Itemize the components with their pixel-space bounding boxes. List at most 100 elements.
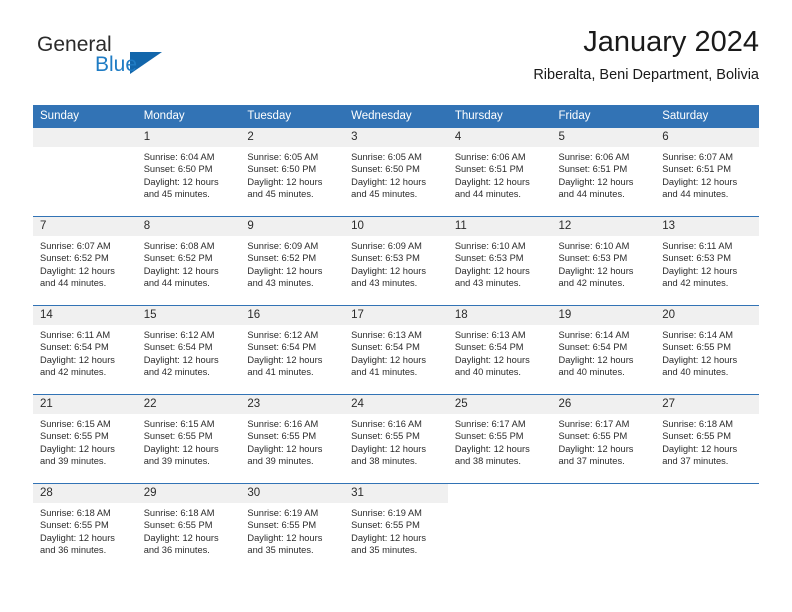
day-number: 4 [447, 128, 552, 147]
day-info-line: Sunset: 6:53 PM [454, 253, 524, 264]
day-info-line: Sunrise: 6:08 AM [143, 241, 215, 251]
day-info-line: Sunset: 6:55 PM [558, 431, 628, 442]
day-info-line: Sunrise: 6:17 AM [454, 419, 526, 429]
day-info-line: Daylight: 12 hours [454, 443, 530, 454]
day-info-line: Sunset: 6:54 PM [558, 342, 628, 353]
day-number: 19 [551, 306, 656, 325]
calendar-day-cell[interactable]: 26 Sunrise: 6:17 AM Sunset: 6:55 PM Dayligh… [551, 394, 656, 484]
day-info-line: and 42 minutes. [662, 278, 729, 289]
day-info-line: Sunset: 6:54 PM [143, 342, 213, 353]
day-info-line: and 35 minutes. [247, 545, 314, 556]
calendar-day-cell[interactable]: 29 Sunrise: 6:18 AM Sunset: 6:55 PM Dayligh… [136, 483, 241, 572]
day-number: 25 [447, 395, 552, 414]
day-info-line: Sunrise: 6:07 AM [662, 152, 734, 162]
day-info-line: Sunrise: 6:12 AM [143, 330, 215, 340]
day-info-line: Daylight: 12 hours [40, 265, 115, 276]
weekday-header-cell-sunday: Sunday [33, 105, 137, 128]
day-number: 23 [240, 395, 345, 414]
calendar-day-cell[interactable]: 9 Sunrise: 6:09 AM Sunset: 6:52 PM Daylight… [240, 216, 345, 306]
day-number: 10 [344, 217, 448, 236]
day-info-line: Sunrise: 6:14 AM [558, 330, 630, 340]
day-info-line: and 40 minutes. [454, 367, 521, 378]
day-sun-info: Sunrise: 6:15 AM Sunset: 6:55 PM Daylight:… [33, 414, 137, 468]
day-info-line: Daylight: 12 hours [351, 265, 427, 276]
day-info-line: Sunset: 6:55 PM [662, 342, 731, 353]
day-info-line: and 37 minutes. [662, 456, 729, 467]
calendar-day-cell[interactable]: 12 Sunrise: 6:10 AM Sunset: 6:53 PM Dayligh… [551, 216, 656, 306]
calendar-day-cell[interactable]: 11 Sunrise: 6:10 AM Sunset: 6:53 PM Dayligh… [447, 216, 552, 306]
day-info-line: Sunset: 6:51 PM [454, 164, 524, 175]
day-info-line: Sunset: 6:54 PM [40, 342, 109, 353]
calendar-day-cell[interactable]: 17 Sunrise: 6:13 AM Sunset: 6:54 PM Dayligh… [344, 305, 448, 395]
day-info-line: Sunset: 6:53 PM [351, 253, 420, 264]
calendar-day-cell[interactable]: 10 Sunrise: 6:09 AM Sunset: 6:53 PM Dayligh… [344, 216, 448, 306]
calendar-day-cell[interactable]: 15 Sunrise: 6:12 AM Sunset: 6:54 PM Dayligh… [136, 305, 241, 395]
calendar-day-cell[interactable]: 4 Sunrise: 6:06 AM Sunset: 6:51 PM Daylight… [447, 127, 552, 217]
day-info-line: Daylight: 12 hours [143, 532, 219, 543]
day-info-line: and 42 minutes. [40, 367, 107, 378]
day-info-line: Sunset: 6:54 PM [351, 342, 420, 353]
calendar-day-cell[interactable]: 16 Sunrise: 6:12 AM Sunset: 6:54 PM Dayligh… [240, 305, 345, 395]
day-sun-info: Sunrise: 6:17 AM Sunset: 6:55 PM Daylight:… [552, 414, 656, 468]
day-info-line: and 36 minutes. [143, 545, 210, 556]
day-info-line: Daylight: 12 hours [247, 354, 323, 365]
day-sun-info: Sunrise: 6:08 AM Sunset: 6:52 PM Daylight:… [137, 236, 241, 290]
day-info-line: Sunset: 6:55 PM [40, 431, 109, 442]
calendar-day-cell[interactable]: 21 Sunrise: 6:15 AM Sunset: 6:55 PM Dayligh… [33, 394, 137, 484]
calendar-day-cell[interactable]: 3 Sunrise: 6:05 AM Sunset: 6:50 PM Daylight… [344, 127, 448, 217]
day-info-line: Sunrise: 6:18 AM [143, 508, 215, 518]
calendar-day-cell[interactable]: 27 Sunrise: 6:18 AM Sunset: 6:55 PM Dayligh… [655, 394, 759, 484]
day-sun-info: Sunrise: 6:18 AM Sunset: 6:55 PM Daylight:… [137, 503, 241, 557]
general-blue-logo[interactable]: General Blue [33, 34, 213, 86]
calendar-day-cell[interactable]: 25 Sunrise: 6:17 AM Sunset: 6:55 PM Dayligh… [447, 394, 552, 484]
calendar-day-cell[interactable]: 23 Sunrise: 6:16 AM Sunset: 6:55 PM Dayligh… [240, 394, 345, 484]
calendar-day-cell[interactable]: 24 Sunrise: 6:16 AM Sunset: 6:55 PM Dayligh… [344, 394, 448, 484]
calendar-day-cell[interactable]: 18 Sunrise: 6:13 AM Sunset: 6:54 PM Dayligh… [447, 305, 552, 395]
logo-text-blue: Blue [95, 53, 138, 76]
calendar-day-cell[interactable]: 31 Sunrise: 6:19 AM Sunset: 6:55 PM Dayligh… [344, 483, 448, 572]
page-subtitle: Riberalta, Beni Department, Bolivia [533, 67, 759, 83]
calendar-day-cell[interactable]: 13 Sunrise: 6:11 AM Sunset: 6:53 PM Dayligh… [655, 216, 759, 306]
weekday-header: Sunday Monday Tuesday Wednesday Thursday Frid… [33, 105, 759, 128]
day-sun-info: Sunrise: 6:18 AM Sunset: 6:55 PM Daylight:… [33, 503, 137, 557]
calendar-day-cell[interactable]: 22 Sunrise: 6:15 AM Sunset: 6:55 PM Dayligh… [136, 394, 241, 484]
page-title: January 2024 [583, 26, 759, 58]
day-info-line: and 44 minutes. [662, 189, 729, 200]
day-number: 15 [136, 306, 241, 325]
calendar-day-cell[interactable]: 5 Sunrise: 6:06 AM Sunset: 6:51 PM Daylight… [551, 127, 656, 217]
day-info-line: Daylight: 12 hours [454, 354, 530, 365]
calendar-day-cell[interactable]: 8 Sunrise: 6:08 AM Sunset: 6:52 PM Daylight… [136, 216, 241, 306]
day-info-line: Sunrise: 6:14 AM [662, 330, 734, 340]
day-info-line: Daylight: 12 hours [454, 176, 530, 187]
day-number: 3 [344, 128, 448, 147]
day-number: 28 [33, 484, 137, 503]
day-number [655, 484, 759, 503]
day-sun-info [33, 147, 137, 151]
day-number: 16 [240, 306, 345, 325]
calendar-day-cell[interactable]: 7 Sunrise: 6:07 AM Sunset: 6:52 PM Daylight… [33, 216, 137, 306]
day-sun-info [448, 503, 552, 507]
day-info-line: Daylight: 12 hours [247, 532, 323, 543]
day-sun-info: Sunrise: 6:11 AM Sunset: 6:53 PM Daylight:… [655, 236, 759, 290]
day-info-line: Sunset: 6:55 PM [351, 431, 420, 442]
day-sun-info: Sunrise: 6:17 AM Sunset: 6:55 PM Daylight:… [448, 414, 552, 468]
calendar-day-cell[interactable]: 6 Sunrise: 6:07 AM Sunset: 6:51 PM Daylight… [655, 127, 759, 217]
day-info-line: and 43 minutes. [454, 278, 521, 289]
calendar-day-cell[interactable]: 2 Sunrise: 6:05 AM Sunset: 6:50 PM Daylight… [240, 127, 345, 217]
calendar-week-row: 1 Sunrise: 6:04 AM Sunset: 6:50 PM Daylight… [33, 127, 759, 217]
calendar-day-cell[interactable]: 19 Sunrise: 6:14 AM Sunset: 6:54 PM Dayligh… [551, 305, 656, 395]
day-number: 1 [136, 128, 241, 147]
calendar-day-cell[interactable]: 20 Sunrise: 6:14 AM Sunset: 6:55 PM Dayligh… [655, 305, 759, 395]
day-sun-info: Sunrise: 6:19 AM Sunset: 6:55 PM Daylight:… [344, 503, 448, 557]
calendar-day-cell[interactable]: 14 Sunrise: 6:11 AM Sunset: 6:54 PM Dayligh… [33, 305, 137, 395]
day-number: 13 [655, 217, 759, 236]
day-sun-info: Sunrise: 6:15 AM Sunset: 6:55 PM Daylight:… [137, 414, 241, 468]
calendar-day-cell[interactable]: 30 Sunrise: 6:19 AM Sunset: 6:55 PM Dayligh… [240, 483, 345, 572]
calendar-day-cell[interactable]: 1 Sunrise: 6:04 AM Sunset: 6:50 PM Daylight… [136, 127, 241, 217]
day-sun-info: Sunrise: 6:16 AM Sunset: 6:55 PM Daylight:… [344, 414, 448, 468]
day-info-line: Sunrise: 6:15 AM [143, 419, 215, 429]
day-info-line: Sunset: 6:50 PM [351, 164, 420, 175]
calendar-day-cell[interactable]: 28 Sunrise: 6:18 AM Sunset: 6:55 PM Dayligh… [33, 483, 137, 572]
day-sun-info: Sunrise: 6:16 AM Sunset: 6:55 PM Daylight:… [240, 414, 344, 468]
day-info-line: Sunrise: 6:05 AM [351, 152, 422, 162]
